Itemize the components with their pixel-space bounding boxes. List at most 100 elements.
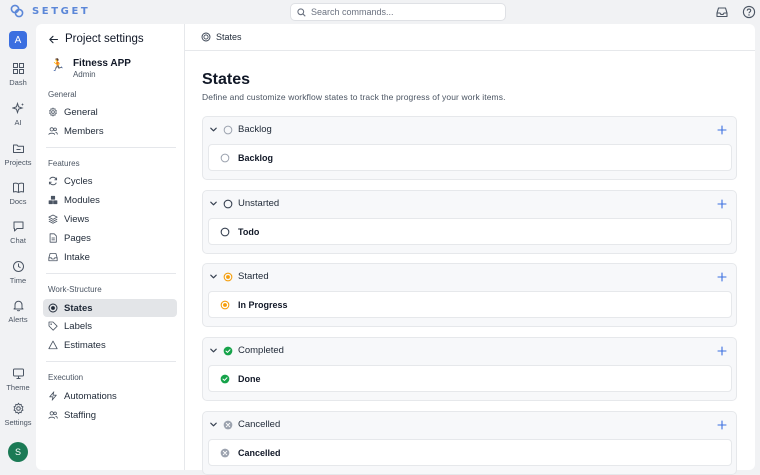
back-arrow-icon[interactable]	[48, 34, 59, 45]
nav-item-general[interactable]: General	[43, 103, 177, 121]
nav-item-label: Cycles	[64, 175, 93, 187]
cancelled-state-icon	[220, 448, 230, 457]
rail-label: Theme	[6, 383, 30, 392]
rail-label: AI	[14, 118, 22, 127]
group-name: Cancelled	[238, 419, 281, 430]
backlog-state-icon	[223, 125, 233, 134]
group-header[interactable]: Started	[209, 271, 269, 282]
group-name: Completed	[238, 345, 284, 356]
nav-item-label: Automations	[64, 390, 117, 402]
section-label-execution: Execution	[48, 373, 84, 382]
plus-icon[interactable]	[716, 124, 728, 136]
book-icon	[12, 182, 24, 193]
rail-item-dash[interactable]: Dash	[0, 62, 36, 87]
gear-icon	[13, 402, 23, 415]
nav-item-estimates[interactable]: Estimates	[43, 336, 177, 354]
nav-item-views[interactable]: Views	[43, 210, 177, 228]
nav-item-label: Pages	[64, 232, 91, 244]
state-row[interactable]: In Progress	[208, 291, 732, 318]
rail-item-settings[interactable]: Settings	[0, 402, 36, 427]
group-header[interactable]: Completed	[209, 345, 284, 356]
rail-item-alerts[interactable]: Alerts	[0, 299, 36, 324]
rail-label: Settings	[4, 418, 32, 427]
state-row[interactable]: Backlog	[208, 144, 732, 171]
group-header[interactable]: Cancelled	[209, 419, 280, 430]
nav-item-automations[interactable]: Automations	[43, 387, 177, 405]
logo-icon	[10, 4, 24, 18]
nav-item-pages[interactable]: Pages	[43, 229, 177, 247]
brand-logo[interactable]: SETGET	[10, 4, 90, 18]
group-name: Started	[238, 271, 269, 282]
chevron-down-icon[interactable]	[209, 346, 218, 355]
gear-icon	[49, 107, 57, 117]
nav-item-label: Estimates	[64, 339, 106, 351]
plus-icon[interactable]	[716, 419, 728, 431]
cycle-icon	[48, 176, 58, 186]
workspace-avatar[interactable]: A	[9, 31, 27, 49]
chevron-down-icon[interactable]	[209, 125, 218, 134]
rail-label: Projects	[4, 158, 32, 167]
search-input[interactable]: Search commands...	[290, 3, 506, 21]
section-label-features: Features	[48, 159, 80, 168]
state-row[interactable]: Cancelled	[208, 439, 732, 466]
state-name: Done	[238, 373, 261, 384]
project-role: Admin	[72, 70, 96, 79]
nav-item-label: Labels	[64, 320, 92, 332]
state-group-backlog: Backlog Backlog	[202, 116, 737, 180]
nav-item-labels[interactable]: Labels	[43, 317, 177, 335]
states-icon	[201, 32, 211, 42]
layers-icon	[48, 214, 58, 224]
users-icon	[48, 411, 58, 419]
group-header[interactable]: Backlog	[209, 124, 272, 135]
tag-icon	[48, 321, 58, 331]
chevron-down-icon[interactable]	[209, 272, 218, 281]
dashboard-icon	[12, 63, 24, 74]
help-icon[interactable]	[742, 5, 756, 19]
project-card[interactable]: 🏃 Fitness APP Admin	[50, 58, 131, 80]
chevron-down-icon[interactable]	[209, 420, 218, 429]
plus-icon[interactable]	[716, 345, 728, 357]
nav-item-cycles[interactable]: Cycles	[43, 172, 177, 190]
states-icon	[48, 303, 58, 313]
state-group-cancelled: Cancelled Cancelled	[202, 411, 737, 475]
state-name: Todo	[238, 226, 260, 237]
rail-item-ai[interactable]: AI	[0, 102, 36, 127]
triangle-icon	[48, 340, 58, 350]
nav-item-staffing[interactable]: Staffing	[43, 406, 177, 424]
bell-icon	[13, 300, 23, 312]
state-row[interactable]: Done	[208, 365, 732, 392]
unstarted-state-icon	[220, 227, 230, 236]
page-title: States	[202, 71, 251, 88]
rail-item-theme[interactable]: Theme	[0, 367, 36, 392]
chevron-down-icon[interactable]	[209, 199, 218, 208]
nav-item-label: Modules	[64, 194, 100, 206]
divider	[46, 147, 176, 148]
sparkle-icon	[11, 102, 24, 115]
plus-icon[interactable]	[716, 271, 728, 283]
rail-item-projects[interactable]: Projects	[0, 142, 36, 167]
nav-item-states[interactable]: States	[43, 299, 177, 317]
nav-item-intake[interactable]: Intake	[43, 248, 177, 266]
app-rail: A Dash AI Projects Docs Chat Time Alerts…	[0, 24, 36, 475]
rail-item-time[interactable]: Time	[0, 260, 36, 285]
nav-item-modules[interactable]: Modules	[43, 191, 177, 209]
nav-item-label: Staffing	[64, 409, 97, 421]
state-name: Cancelled	[238, 447, 281, 458]
top-bar: SETGET Search commands...	[0, 0, 760, 24]
nav-item-members[interactable]: Members	[43, 122, 177, 140]
section-label-general: General	[48, 90, 77, 99]
plus-icon[interactable]	[716, 198, 728, 210]
rail-label: Dash	[9, 78, 27, 87]
divider	[46, 273, 176, 274]
inbox-icon[interactable]	[715, 5, 729, 19]
rail-label: Time	[9, 276, 27, 285]
bolt-icon	[49, 391, 57, 401]
group-header[interactable]: Unstarted	[209, 198, 279, 209]
nav-item-label: States	[64, 302, 93, 314]
rail-label: Alerts	[8, 315, 28, 324]
breadcrumb-label: States	[216, 32, 242, 42]
state-row[interactable]: Todo	[208, 218, 732, 245]
user-avatar[interactable]: S	[8, 442, 28, 462]
rail-item-docs[interactable]: Docs	[0, 181, 36, 206]
rail-item-chat[interactable]: Chat	[0, 220, 36, 245]
